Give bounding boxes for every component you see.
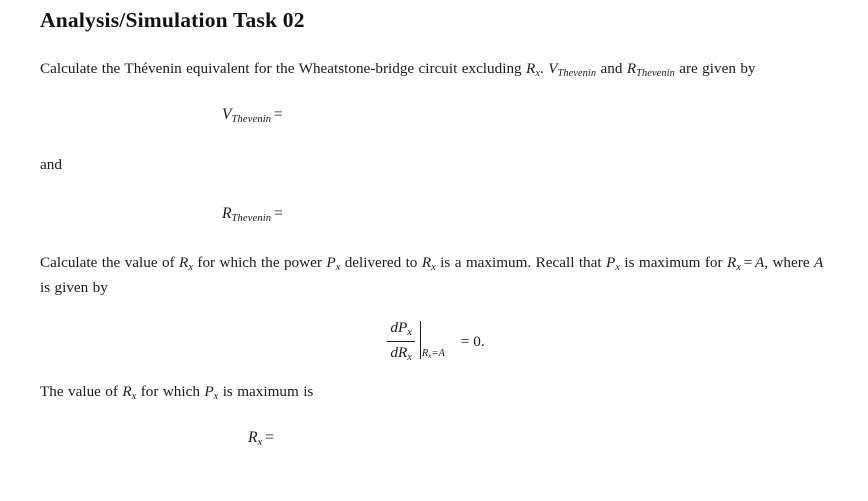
paragraph-3-segment-1: The value of [40,383,123,401]
paragraph-thevenin-prompt: Calculate the Thévenin equivalent for th… [40,59,832,84]
equation-1-lhs: VThevenin [222,105,272,125]
paragraph-3-segment-2: for which [136,383,205,401]
display-equation-r-thevenin: RThevenin = [40,205,832,225]
paragraph-2-segment-1: Calculate the value of [40,253,180,271]
paragraph-2-segment-4: is a maximum. Recall that [435,253,606,271]
math-symbol-p-b: P [605,253,616,271]
display-equation-v-thevenin: VThevenin = [40,106,832,126]
paragraph-2-segment-8: is given by [40,278,108,296]
eval-equals: = [431,348,439,360]
paragraph-answer-prompt: The value of Rx for which Px is maximum … [40,382,832,407]
fraction-dpx-drx: dPx dRx [387,318,415,365]
paragraph-2-segment-5: is maximum for [619,253,727,271]
derivative-result: = 0. [460,332,485,350]
equation-1-operator: = [273,105,283,123]
math-symbol-p-final: P [204,383,214,401]
inline-math-a: A [754,253,765,271]
document-page: Analysis/Simulation Task 02 Calculate th… [0,0,868,501]
inline-math-rx: Rx [526,59,540,79]
equation-1-symbol: V [222,105,232,123]
paragraph-1-segment-1: Calculate the Thévenin equivalent for th… [40,59,527,77]
equation-2-lhs: RThevenin [222,205,272,225]
fraction-denominator: dRx [387,342,415,365]
numerator-d: d [390,318,398,336]
connector-and: and [40,156,62,174]
paragraph-1-segment-3: and [596,59,627,77]
equation-1-subscript: Thevenin [231,113,272,125]
paragraph-2-segment-7: , where [764,253,814,271]
math-symbol-r-b: R [421,253,432,271]
math-symbol-r-a: R [179,253,189,271]
evaluation-subscript: Rx=A [422,348,445,360]
display-equation-derivative: dPx dRx Rx=A= 0. [40,318,832,365]
denominator-r: R [397,343,408,361]
inline-math-rx-final: Rx [122,383,136,402]
denominator-subscript: x [407,351,412,363]
numerator-p: P [397,318,408,336]
numerator-subscript: x [407,326,412,338]
paragraph-1-segment-4: are given by [674,59,756,77]
equation-4-operator: = [265,429,274,447]
math-subscript-thevenin: Thevenin [557,67,597,79]
display-equation-rx-answer: Rx = [40,429,832,449]
derivative-expression: dPx dRx Rx=A= 0. [387,318,485,365]
inline-math-rx-c: Rx [726,253,741,273]
fraction-numerator: dPx [387,318,415,342]
equation-4-symbol: R [248,429,258,447]
paragraph-2-segment-3: delivered to [340,253,422,271]
paragraph-2-segment-2: for which the power [193,253,327,271]
inline-math-rx-a: Rx [179,253,193,273]
math-symbol-p-a: P [326,253,336,271]
inline-math-px-final: Px [204,383,218,402]
inline-math-px-b: Px [605,253,620,273]
eval-value-a: A [438,348,445,360]
equation-2-subscript: Thevenin [231,213,272,225]
inline-math-r-thevenin: RThevenin [626,59,675,79]
inline-math-a-2: A [813,253,824,271]
document-content: Analysis/Simulation Task 02 Calculate th… [40,8,832,449]
math-subscript-thevenin-2: Thevenin [636,67,675,79]
paragraph-3-segment-3: is maximum is [218,383,314,401]
math-symbol-r-final: R [122,383,132,401]
inline-math-rx-b: Rx [421,253,436,273]
inline-math-v-thevenin: VThevenin [548,60,597,79]
inline-math-px-a: Px [326,253,340,273]
math-symbol-r-c: R [726,253,737,271]
evaluation-bar [419,321,421,360]
math-symbol-r: R [526,59,536,77]
paragraph-max-power-prompt: Calculate the value of Rx for which the … [40,253,832,298]
denominator-d: d [390,343,398,361]
paragraph-1-segment-2: . [540,59,549,77]
paragraph-2-equals: = [743,253,753,271]
equation-4-lhs: Rx [248,429,262,448]
equation-2-operator: = [273,205,283,223]
math-symbol-r2: R [626,59,637,77]
page-title: Analysis/Simulation Task 02 [40,8,305,32]
equation-2-symbol: R [222,205,232,223]
